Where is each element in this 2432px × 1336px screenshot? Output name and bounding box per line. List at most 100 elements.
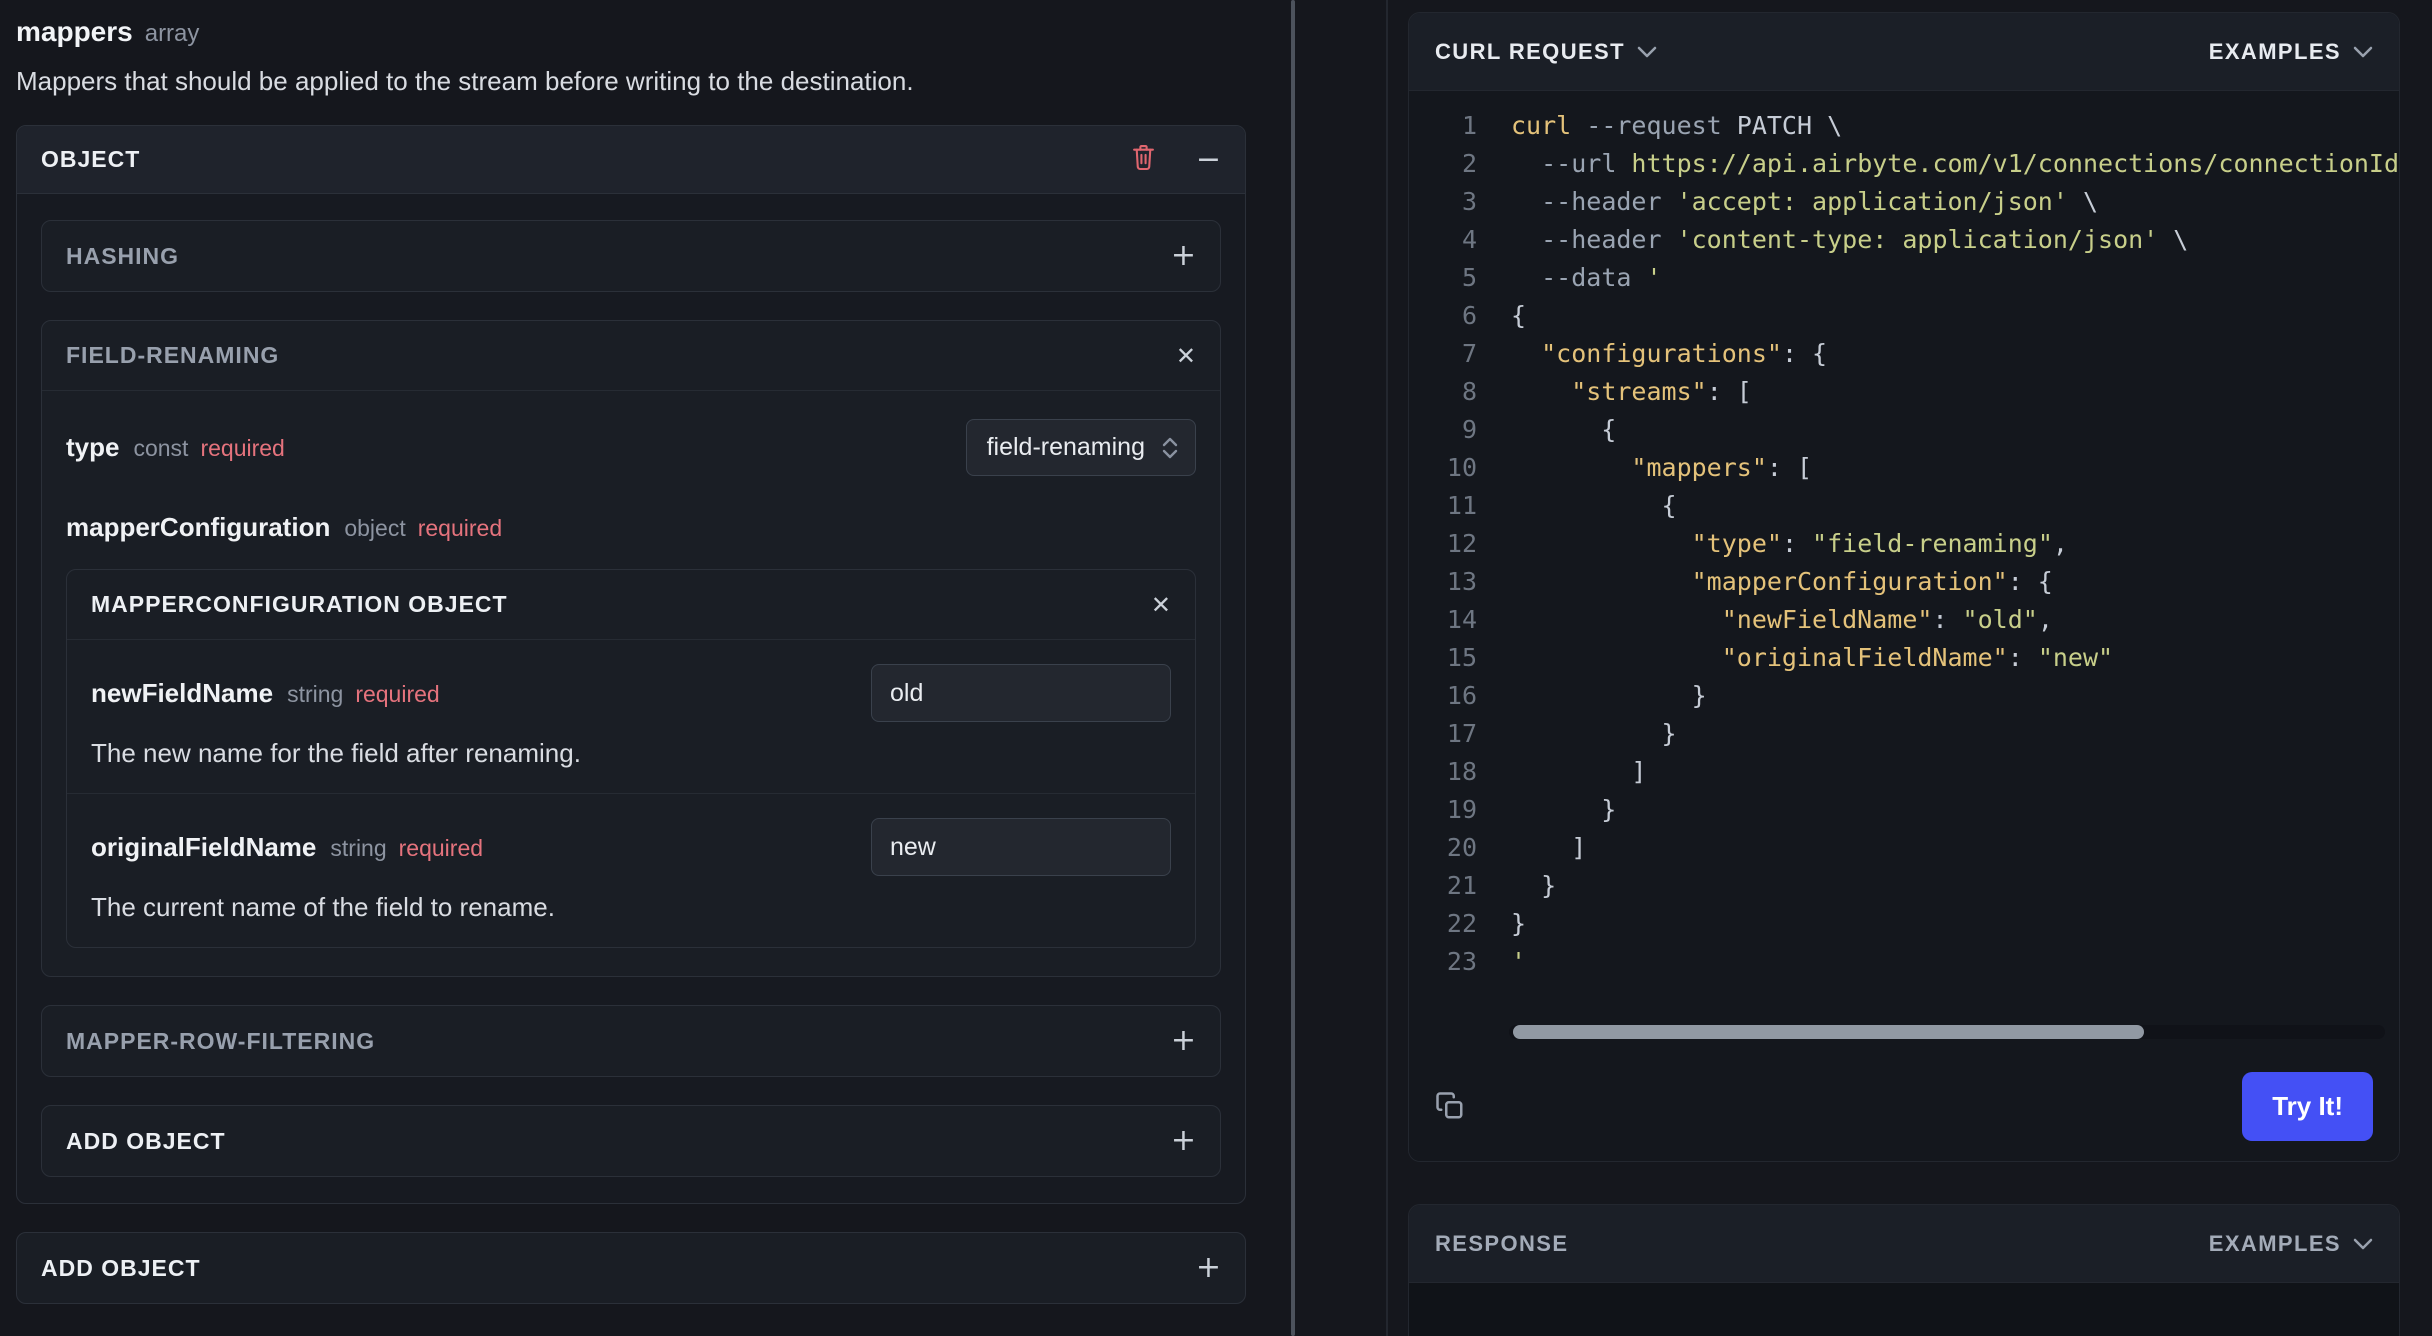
request-examples-label: EXAMPLES bbox=[2208, 38, 2341, 64]
remove-field-renaming-button[interactable]: ✕ bbox=[1176, 344, 1196, 368]
new-field-name-row: newFieldName string required bbox=[91, 664, 1171, 722]
add-object-inner-row[interactable]: ADD OBJECT + bbox=[42, 1106, 1220, 1176]
schema-pane: mappers array Mappers that should be app… bbox=[0, 0, 1262, 1336]
code-line: 18 ] bbox=[1409, 753, 2399, 791]
code-line: 4 --header 'content-type: application/js… bbox=[1409, 221, 2399, 259]
line-number: 15 bbox=[1446, 643, 1477, 672]
original-field-name-kind: string bbox=[330, 834, 387, 861]
code-line: 8 "streams": [ bbox=[1409, 373, 2399, 411]
new-field-name-required: required bbox=[355, 680, 440, 707]
code-line: 21 } bbox=[1409, 867, 2399, 905]
response-examples-label: EXAMPLES bbox=[2208, 1230, 2341, 1256]
line-content: ' bbox=[1511, 947, 1527, 976]
line-number: 10 bbox=[1446, 453, 1477, 482]
add-object-inner: ADD OBJECT + bbox=[41, 1105, 1221, 1177]
original-field-name-block: originalFieldName string required The cu… bbox=[67, 794, 1195, 947]
curl-request-card: CURL REQUEST EXAMPLES 1 curl --request PA… bbox=[1408, 12, 2400, 1162]
line-content: curl --request PATCH \ bbox=[1511, 111, 1843, 140]
field-renaming-title: FIELD-RENAMING bbox=[66, 342, 280, 368]
code-line: 3 --header 'accept: application/json' \ bbox=[1409, 183, 2399, 221]
chevron-down-icon bbox=[2353, 1238, 2373, 1249]
hashing-header[interactable]: HASHING + bbox=[42, 221, 1220, 291]
mapper-configuration-labels: mapperConfiguration object required bbox=[66, 512, 502, 543]
code-horizontal-scrollbar-thumb[interactable] bbox=[1513, 1025, 2144, 1039]
line-number: 23 bbox=[1446, 947, 1477, 976]
line-number: 22 bbox=[1446, 909, 1477, 938]
line-number: 5 bbox=[1461, 263, 1477, 292]
type-prop-name: type bbox=[66, 432, 120, 462]
original-field-name-required: required bbox=[398, 834, 484, 861]
field-renaming-content: type const required field-renaming mappe… bbox=[42, 391, 1220, 976]
new-field-name-description: The new name for the field after renamin… bbox=[91, 738, 581, 768]
mappers-field-type: array bbox=[144, 20, 200, 47]
line-number: 12 bbox=[1446, 529, 1477, 558]
plus-icon: + bbox=[1170, 1123, 1196, 1158]
line-number: 2 bbox=[1461, 149, 1477, 178]
close-icon: ✕ bbox=[1150, 590, 1171, 619]
mapper-configuration-prop-row: mapperConfiguration object required bbox=[66, 512, 1196, 543]
collapse-object-button[interactable]: − bbox=[1195, 141, 1221, 177]
mapper-configuration-box: MAPPERCONFIGURATION OBJECT ✕ newFieldNam… bbox=[66, 569, 1196, 948]
plus-icon: + bbox=[1170, 1023, 1196, 1058]
type-prop-labels: type const required bbox=[66, 432, 285, 463]
mappers-heading: mappers array bbox=[16, 16, 1246, 48]
mapper-row-filtering-title: MAPPER-ROW-FILTERING bbox=[66, 1027, 376, 1054]
line-number: 21 bbox=[1446, 871, 1477, 900]
line-content: { bbox=[1511, 301, 1527, 330]
line-number: 6 bbox=[1461, 301, 1477, 330]
line-number: 8 bbox=[1461, 377, 1477, 406]
add-object-outer-label: ADD OBJECT bbox=[41, 1254, 201, 1281]
line-content: } bbox=[1511, 719, 1677, 748]
type-select[interactable]: field-renaming bbox=[965, 419, 1196, 476]
add-object-outer-row[interactable]: ADD OBJECT + bbox=[17, 1233, 1245, 1303]
new-field-name-input[interactable] bbox=[871, 664, 1171, 722]
original-field-name-label: originalFieldName bbox=[91, 831, 317, 862]
response-card: RESPONSE EXAMPLES bbox=[1408, 1204, 2400, 1336]
mappers-description: Mappers that should be applied to the st… bbox=[16, 66, 914, 96]
line-content: --header 'accept: application/json' \ bbox=[1541, 187, 2099, 216]
copy-code-button[interactable] bbox=[1435, 1091, 1465, 1121]
response-body bbox=[1409, 1283, 2399, 1336]
code-line: 13 "mapperConfiguration": { bbox=[1409, 563, 2399, 601]
mapper-row-filtering-header[interactable]: MAPPER-ROW-FILTERING + bbox=[42, 1006, 1220, 1076]
remove-mapper-configuration-button[interactable]: ✕ bbox=[1151, 593, 1171, 617]
try-it-button[interactable]: Try It! bbox=[2242, 1071, 2373, 1141]
line-content: "mapperConfiguration": { bbox=[1691, 567, 2053, 596]
object-panel-body: HASHING + FIELD-RENAMING ✕ type const re… bbox=[17, 194, 1245, 1203]
line-number: 4 bbox=[1461, 225, 1477, 254]
minus-icon: − bbox=[1195, 141, 1221, 177]
request-examples-dropdown[interactable]: EXAMPLES bbox=[2209, 39, 2373, 65]
line-content: "type": "field-renaming", bbox=[1691, 529, 2068, 558]
curl-card-footer: Try It! bbox=[1409, 1051, 2399, 1161]
code-line: 23 ' bbox=[1409, 943, 2399, 981]
line-content: ] bbox=[1511, 757, 1647, 786]
line-number: 9 bbox=[1461, 415, 1477, 444]
line-content: "originalFieldName": "new" bbox=[1721, 643, 2114, 672]
chevron-up-down-icon bbox=[1162, 437, 1178, 458]
playground-pane: CURL REQUEST EXAMPLES 1 curl --request PA… bbox=[1388, 0, 2432, 1336]
code-line: 16 } bbox=[1409, 677, 2399, 715]
curl-request-title: CURL REQUEST bbox=[1435, 38, 1625, 64]
line-content: { bbox=[1511, 415, 1617, 444]
response-examples-dropdown[interactable]: EXAMPLES bbox=[2209, 1231, 2373, 1257]
field-renaming-header[interactable]: FIELD-RENAMING ✕ bbox=[42, 321, 1220, 391]
code-line: 20 ] bbox=[1409, 829, 2399, 867]
code-line: 14 "newFieldName": "old", bbox=[1409, 601, 2399, 639]
delete-object-button[interactable] bbox=[1131, 143, 1156, 177]
line-number: 1 bbox=[1461, 111, 1477, 140]
object-panel: OBJECT − HASHING + FIELD-RENAMING ✕ type… bbox=[16, 125, 1246, 1204]
original-field-name-input[interactable] bbox=[871, 818, 1171, 876]
curl-request-dropdown[interactable]: CURL REQUEST bbox=[1435, 39, 1657, 65]
vertical-scrollbar[interactable] bbox=[1291, 0, 1295, 1336]
code-line: 12 "type": "field-renaming", bbox=[1409, 525, 2399, 563]
type-prop-required: required bbox=[200, 435, 285, 461]
code-line: 11 { bbox=[1409, 487, 2399, 525]
line-content: "streams": [ bbox=[1571, 377, 1752, 406]
line-number: 14 bbox=[1446, 605, 1477, 634]
add-object-inner-label: ADD OBJECT bbox=[66, 1127, 226, 1154]
original-field-name-labels: originalFieldName string required bbox=[91, 832, 483, 863]
original-field-name-description: The current name of the field to rename. bbox=[91, 892, 555, 922]
type-prop-row: type const required field-renaming bbox=[66, 419, 1196, 476]
add-object-outer: ADD OBJECT + bbox=[16, 1232, 1246, 1304]
plus-icon: + bbox=[1195, 1250, 1221, 1285]
